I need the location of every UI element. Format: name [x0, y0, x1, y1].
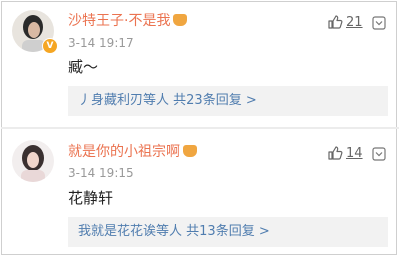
reply-count[interactable]: 共13条回复	[186, 224, 255, 239]
thumbs-up-icon	[328, 146, 343, 160]
avatar[interactable]	[12, 140, 54, 182]
more-options-button[interactable]	[372, 146, 386, 165]
replies-link[interactable]: 我就是花花诶等人 共13条回复 >	[68, 217, 388, 247]
reply-names[interactable]: 丿身藏利刃等人	[78, 93, 169, 108]
comment-time: 3-14 19:17	[68, 36, 134, 50]
username-text[interactable]: 沙特王子·不是我	[68, 13, 170, 29]
chevron-right-icon: >	[245, 93, 257, 108]
comment-item: 就是你的小祖宗啊 3-14 19:15 14 花静轩 我就是花花诶等人 共13条…	[0, 129, 400, 258]
like-button[interactable]: 21	[327, 14, 363, 30]
reply-names[interactable]: 我就是花花诶等人	[78, 224, 182, 239]
more-options-icon	[372, 16, 386, 30]
comment-text: 臧～	[68, 58, 99, 76]
more-options-button[interactable]	[372, 15, 386, 34]
replies-link[interactable]: 丿身藏利刃等人 共23条回复 >	[68, 86, 388, 116]
comment-item: V 沙特王子·不是我 3-14 19:17 21 臧～ 丿身藏利刃等人 共23条…	[0, 0, 400, 127]
verified-badge-icon: V	[42, 38, 58, 54]
more-options-icon	[372, 147, 386, 161]
chevron-right-icon: >	[258, 224, 270, 239]
username[interactable]: 就是你的小祖宗啊	[68, 143, 197, 161]
comment-time: 3-14 19:15	[68, 166, 134, 180]
username[interactable]: 沙特王子·不是我	[68, 12, 188, 30]
crown-badge-icon	[173, 14, 188, 26]
username-text[interactable]: 就是你的小祖宗啊	[68, 144, 180, 160]
comment-text: 花静轩	[68, 189, 114, 207]
crown-badge-icon	[183, 145, 197, 157]
reply-count[interactable]: 共23条回复	[173, 93, 242, 108]
like-count: 21	[346, 14, 363, 30]
like-button[interactable]: 14	[327, 145, 363, 161]
like-count: 14	[346, 145, 363, 161]
thumbs-up-icon	[328, 15, 343, 29]
